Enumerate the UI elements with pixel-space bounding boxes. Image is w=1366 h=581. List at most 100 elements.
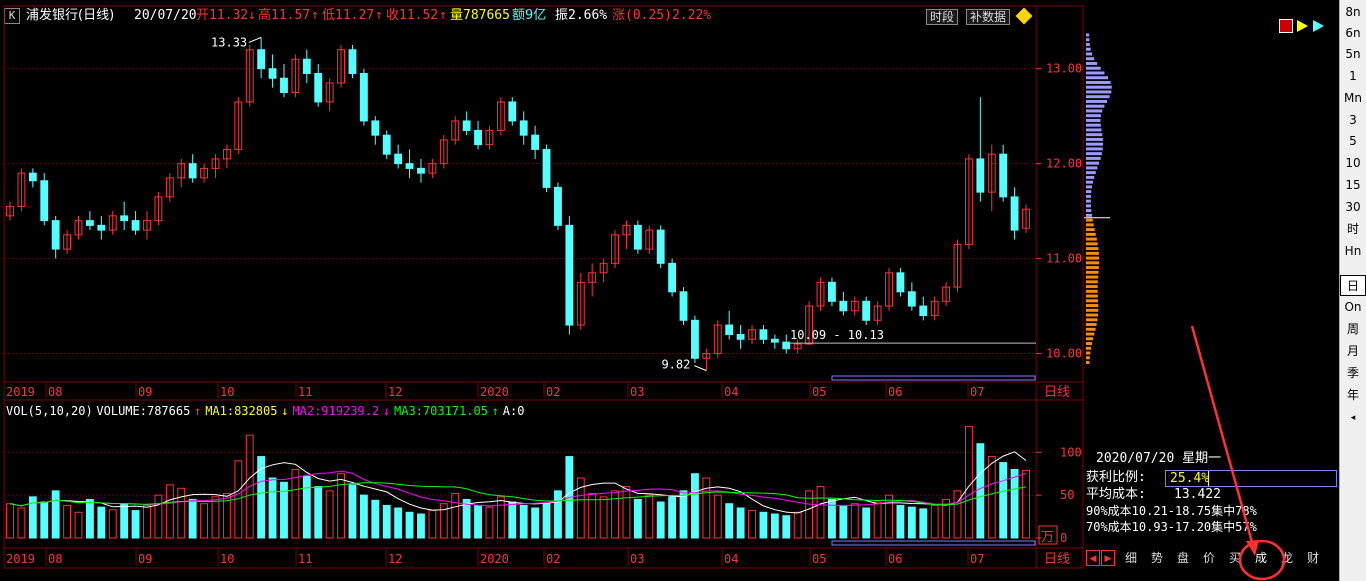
toolbar-scroll-down-icon[interactable]: ◂ [1340,408,1366,429]
toolbar-item-10[interactable]: 10 [1340,153,1366,174]
chip-profile-bar [1086,209,1092,213]
volume-bar [40,501,49,539]
toolbar-item-1[interactable]: 1 [1340,66,1366,87]
toolbar-item-on[interactable]: On [1340,297,1366,318]
chip-profile-bar [1086,237,1097,241]
candle-body [896,272,905,293]
time-axis-label: 08 [48,552,62,566]
chip-profile-bar [1086,95,1110,99]
candle-body [519,120,528,136]
volume-bar [542,503,551,539]
chip-profile-bar [1086,76,1109,80]
toolbar-item-day[interactable]: 日 [1340,275,1366,296]
chip-profile-bar [1086,318,1098,322]
tab-trend[interactable]: 势 [1146,550,1168,566]
volume-bar [17,507,26,539]
toolbar-item-year[interactable]: 年 [1340,385,1366,406]
tab-price[interactable]: 价 [1198,550,1220,566]
candle-body [85,220,94,226]
volume-bar [63,504,72,539]
toolbar-item-30[interactable]: 30 [1340,197,1366,218]
candle-body [542,148,551,188]
ma2-down-arrow: ↓ [383,404,390,418]
volume-bar [519,504,528,539]
chip-profile-bar [1086,356,1090,360]
toolbar-item-hn[interactable]: Hn [1340,241,1366,262]
tab-buy[interactable]: 买 [1224,550,1246,566]
toolbar-item-week[interactable]: 周 [1340,319,1366,340]
volume-tick-label: 100 [1060,445,1082,459]
scroll-indicator [831,375,1036,381]
toolbar-item-3[interactable]: 3 [1340,110,1366,131]
volume-bar [633,498,642,539]
chip-profile-bar [1086,261,1100,265]
candle-body [508,101,517,122]
tab-finance[interactable]: 财 [1302,550,1324,566]
chip-profile-bar [1086,256,1100,260]
volume-bar [120,503,129,539]
time-axis-label: 06 [888,552,902,566]
time-axis-label: 07 [970,552,984,566]
chip-profile-bar [1086,280,1098,284]
volume-bar [6,503,14,539]
kline-chart[interactable]: 13.0012.0011.0010.0020192019080809091010… [0,0,1366,581]
volume-bar [691,473,699,539]
candle-body [268,68,277,79]
scroll-indicator [831,540,1036,546]
volume-bar [656,501,665,539]
forward-icon[interactable] [1313,20,1324,32]
toolbar-item-6min[interactable]: 6n [1340,23,1366,44]
candle-body [97,224,106,231]
play-icon[interactable] [1297,20,1308,32]
chip-profile-bar [1086,161,1100,165]
volume-bar [97,506,106,539]
toolbar-item-mn[interactable]: Mn [1340,88,1366,109]
toolbar-item-15[interactable]: 15 [1340,175,1366,196]
volume-bar [850,503,859,539]
toolbar-item-8min[interactable]: 8n [1340,2,1366,23]
tab-detail[interactable]: 细 [1120,550,1142,566]
profit-ratio-label: 获利比例: [1086,470,1146,485]
volume-bar [348,484,357,539]
toolbar-item-hour[interactable]: 时 [1340,219,1366,240]
chip-profile-bar [1086,190,1092,194]
chip-profile-bar [1086,38,1090,42]
candle-body [531,134,540,150]
chip-profile-bar [1086,342,1093,346]
period-label: 日线 [1044,552,1070,567]
toolbar-item-month[interactable]: 月 [1340,341,1366,362]
candle-body [382,134,391,155]
candle-body [131,220,140,231]
tab-orderbook[interactable]: 盘 [1172,550,1194,566]
candle-body [554,186,562,226]
tab-dragon[interactable]: 龙 [1276,550,1298,566]
candle-body [40,180,49,222]
time-axis-label: 05 [812,552,826,566]
time-axis-label: 2020 [480,385,509,399]
tab-next-icon[interactable]: ▶ [1101,550,1115,566]
volume-bar [748,510,756,539]
tab-prev-icon[interactable]: ◀ [1086,550,1100,566]
candle-body [188,163,197,179]
chip-profile-bar [1086,142,1104,146]
volume-bar [759,511,768,539]
volume-bar [645,494,654,539]
candle-body [1010,196,1019,231]
candle-body [314,72,323,103]
chip-profile-bar [1086,156,1101,160]
toolbar-item-quarter[interactable]: 季 [1340,363,1366,384]
volume-bar [862,507,871,539]
toolbar-item-5[interactable]: 5 [1340,131,1366,152]
volume-bar [554,490,562,539]
tab-cost[interactable]: 成 [1250,550,1272,566]
time-axis-label: 10 [220,385,234,399]
volume-bar [919,508,928,539]
candle-body [656,229,665,264]
report-icon[interactable] [1279,19,1293,33]
chip-profile-bar [1086,270,1099,274]
chip-profile-bar [1086,85,1112,89]
toolbar-item-5min[interactable]: 5n [1340,44,1366,65]
chip-profile-bar [1086,308,1099,312]
chip-profile-bar [1086,228,1095,232]
candle-body [691,319,699,359]
